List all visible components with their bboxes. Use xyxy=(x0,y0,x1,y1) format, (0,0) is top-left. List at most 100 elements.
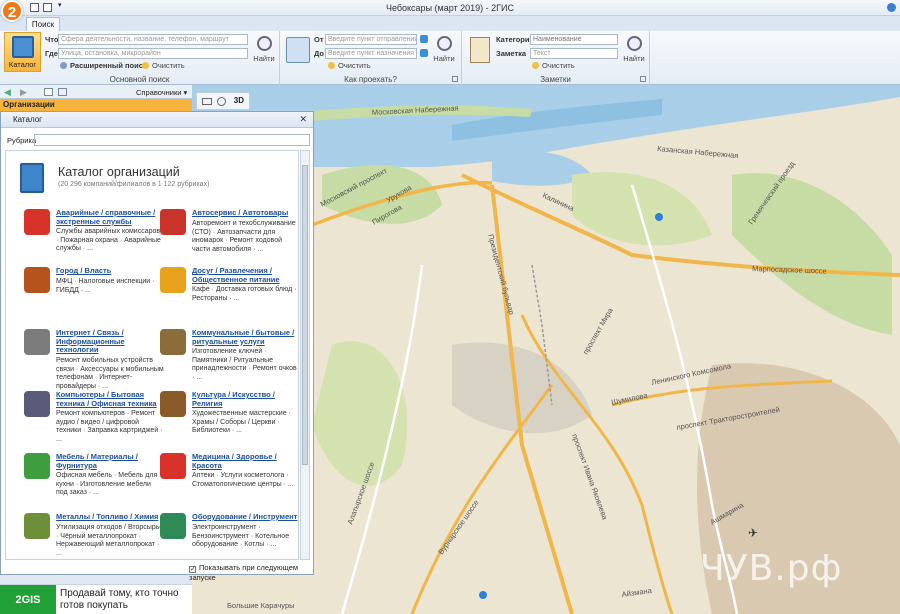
notes-clipboard-icon xyxy=(470,37,490,63)
category-icon xyxy=(24,391,50,417)
category-description: Офисная мебель · Мебель для кухни · Изго… xyxy=(56,472,158,496)
directories-menu[interactable]: Справочники ▾ xyxy=(136,88,187,97)
help-icon[interactable] xyxy=(887,3,896,12)
notes-magnifier-icon xyxy=(626,36,642,51)
advanced-search-icon xyxy=(60,62,67,69)
catalog-button[interactable]: Каталог xyxy=(4,32,41,72)
category-select[interactable]: Наименование xyxy=(530,34,618,45)
category-link[interactable]: Компьютеры / Бытовая техника / Офисная т… xyxy=(56,390,164,408)
map-pin-icon-2[interactable] xyxy=(479,591,487,599)
catalog-scrollbar[interactable] xyxy=(300,150,310,560)
category-link[interactable]: Интернет / Связь / Информационные технол… xyxy=(56,328,164,355)
show-on-start-checkbox[interactable]: ✓ Показывать при следующем запуске xyxy=(189,563,313,582)
catalog-content: Каталог организаций (20 296 компаний/фил… xyxy=(5,150,299,560)
category-description: Ремонт мобильных устройств связи · Аксес… xyxy=(56,357,164,390)
category-link[interactable]: Город / Власть xyxy=(56,266,164,276)
from-input[interactable]: Введите пункт отправления xyxy=(325,34,417,45)
category-link[interactable]: Досуг / Развлечения / Общественное питан… xyxy=(192,266,298,284)
category-icon xyxy=(160,513,186,539)
category-icon xyxy=(160,267,186,293)
route-clear-button[interactable]: Очистить xyxy=(328,61,371,70)
app-logo[interactable]: 2 xyxy=(1,0,23,22)
layout-icon[interactable] xyxy=(58,88,67,96)
catalog-button-label: Каталог xyxy=(8,60,37,69)
from-pin-icon[interactable] xyxy=(420,35,428,43)
category-description: Авторемонт и техобслуживание (СТО) · Авт… xyxy=(192,220,296,253)
watermark: ЧУВ.рф xyxy=(700,548,843,589)
organizations-bar[interactable]: Организации xyxy=(0,99,192,111)
category-link[interactable]: Мебель / Материалы / Фурнитура xyxy=(56,452,164,470)
ad-banner[interactable]: 2GIS Продавай тому, кто точно готов поку… xyxy=(0,584,192,614)
notes-clear-button[interactable]: Очистить xyxy=(532,61,575,70)
forward-icon[interactable]: ▶ xyxy=(20,87,27,98)
ruler-icon[interactable] xyxy=(202,98,212,105)
tab-search[interactable]: Поиск xyxy=(26,17,60,31)
title-bar: 2 ▾ Чебоксары (март 2019) - 2ГИС xyxy=(0,0,900,22)
street-kazanskaya-nab: Казанская Набережная xyxy=(657,144,739,160)
street-yakovleva: проспект Ивана Яковлева xyxy=(570,433,610,522)
advanced-search-label: Расширенный поиск xyxy=(70,61,147,70)
notes-find-button[interactable]: Найти xyxy=(622,36,646,63)
category-icon xyxy=(24,329,50,355)
magnifier-icon xyxy=(256,36,272,51)
back-icon[interactable]: ◀ xyxy=(4,87,11,98)
green-area-4 xyxy=(312,341,408,486)
catalog-book-icon xyxy=(11,36,34,58)
what-input[interactable]: Сфера деятельности, название, телефон, м… xyxy=(58,34,248,45)
window-title: Чебоксары (март 2019) - 2ГИС xyxy=(385,3,515,13)
category-link[interactable]: Коммунальные / бытовые / ритуальные услу… xyxy=(192,328,298,346)
rubric-input[interactable] xyxy=(34,134,310,146)
map-pin-icon[interactable] xyxy=(655,213,663,221)
category-icon xyxy=(160,391,186,417)
street-vurnar: Вурнарское шоссе xyxy=(436,498,480,556)
category-link[interactable]: Металлы / Топливо / Химия xyxy=(56,512,164,522)
ad-text-line1: Продавай тому, кто точно xyxy=(60,588,179,599)
catalog-title: Каталог организаций xyxy=(58,165,180,179)
catalog-book-icon xyxy=(20,163,44,193)
to-input[interactable]: Введите пункт назначения xyxy=(325,48,417,59)
category-link[interactable]: Аварийные / справочные / экстренные служ… xyxy=(56,208,164,226)
to-pin-icon[interactable] xyxy=(420,49,428,57)
note-label: Заметка xyxy=(496,49,527,58)
rotate-icon[interactable] xyxy=(217,97,226,106)
nav-toolbar: ◀ ▶ Справочники ▾ xyxy=(0,85,192,99)
scrollbar-thumb[interactable] xyxy=(302,165,308,465)
notes-launcher-icon[interactable] xyxy=(640,76,646,82)
where-label: Где xyxy=(45,49,58,58)
route-launcher-icon[interactable] xyxy=(452,76,458,82)
category-link[interactable]: Культура / Искусство / Религия xyxy=(192,390,298,408)
rubric-label: Рубрика xyxy=(7,136,37,145)
ad-text-line2: готов покупать xyxy=(60,600,128,611)
route-icon xyxy=(286,37,310,63)
ribbon-tabs: Поиск xyxy=(0,16,900,31)
category-description: Электроинструмент · Бензоинструмент · Ко… xyxy=(192,524,290,548)
find-button[interactable]: Найти xyxy=(252,36,276,63)
route-magnifier-icon xyxy=(436,36,452,51)
checkbox-icon[interactable]: ✓ xyxy=(189,566,196,573)
main-search-caption: Основной поиск xyxy=(109,75,170,84)
print-icon[interactable] xyxy=(44,88,53,96)
green-area-3 xyxy=(732,173,892,335)
route-find-button[interactable]: Найти xyxy=(432,36,456,63)
category-icon xyxy=(160,453,186,479)
notes-caption: Заметки xyxy=(540,75,571,84)
industrial-area xyxy=(452,342,592,434)
category-description: Художественные мастерские · Храмы / Собо… xyxy=(192,410,291,434)
eraser-icon xyxy=(142,62,149,69)
route-group: От Введите пункт отправления До Введите … xyxy=(280,31,462,85)
clear-search-button[interactable]: Очистить xyxy=(142,61,185,70)
category-link[interactable]: Оборудование / Инструмент xyxy=(192,512,298,522)
where-input[interactable]: Улица, остановка, микрорайон xyxy=(58,48,248,59)
close-icon[interactable]: ✕ xyxy=(299,112,307,127)
street-kalinina: Калинина xyxy=(541,191,576,214)
street-presidential: Президентский бульвар xyxy=(486,233,516,315)
category-link[interactable]: Автосервис / Автотовары xyxy=(192,208,298,218)
category-description: Утилизация отходов / Вторсырьё · Чёрный … xyxy=(56,524,164,557)
ribbon: Каталог Что Сфера деятельности, название… xyxy=(0,31,900,85)
notes-eraser-icon xyxy=(532,62,539,69)
note-input[interactable]: Текст xyxy=(530,48,618,59)
advanced-search-button[interactable]: Расширенный поиск xyxy=(60,61,147,70)
clear-search-label: Очистить xyxy=(152,61,185,70)
3d-toggle[interactable]: 3D xyxy=(234,96,244,105)
category-link[interactable]: Медицина / Здоровье / Красота xyxy=(192,452,298,470)
